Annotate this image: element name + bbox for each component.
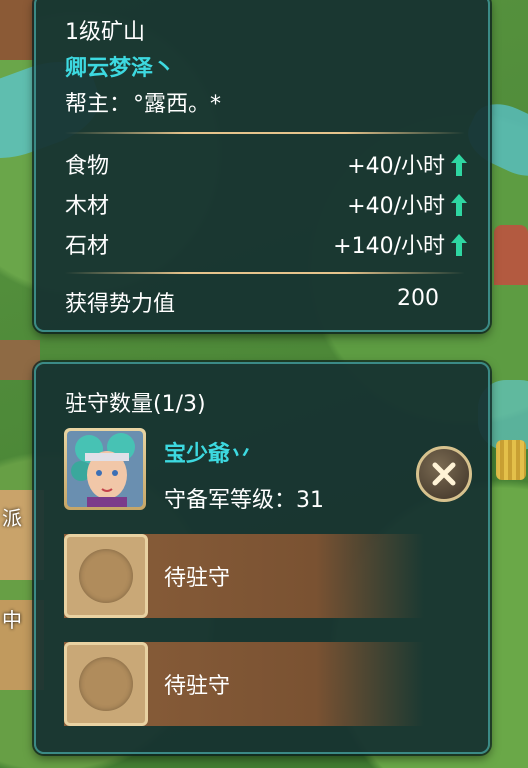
mine-level-title: 1级矿山 <box>65 20 145 45</box>
slot-label: 待驻守 <box>164 566 231 591</box>
side-middle-label[interactable]: 中 <box>2 604 22 633</box>
power-value: 200 <box>397 286 439 311</box>
remove-hero-button[interactable] <box>416 446 472 502</box>
garrison-panel: 驻守数量(1/3) 宝少爺丷 守备军等级：31 待驻守 待驻守 <box>34 362 490 754</box>
hero-avatar[interactable] <box>64 428 146 510</box>
hero-level-label: 守备军等级： <box>164 488 297 513</box>
power-label: 获得势力值 <box>65 292 176 317</box>
hero-level-value: 31 <box>296 488 325 513</box>
resource-row-wood: 木材 +40/小时 <box>65 188 469 222</box>
up-arrow-icon <box>451 234 467 256</box>
divider <box>65 272 465 274</box>
empty-slot-icon <box>64 534 148 618</box>
mine-info-panel: 1级矿山 卿云梦泽丶 帮主：°露西。* 食物 +40/小时 木材 +40/小时 … <box>34 0 490 332</box>
leader-line: 帮主：°露西。* <box>65 86 221 118</box>
leader-label: 帮主： <box>65 92 132 117</box>
resource-rate: +40/小时 <box>347 194 445 219</box>
up-arrow-icon <box>451 154 467 176</box>
hero-portrait-image <box>67 431 143 507</box>
hero-portrait <box>67 431 143 507</box>
resource-name: 食物 <box>65 154 110 179</box>
hero-level: 守备军等级：31 <box>164 482 324 514</box>
resource-name: 木材 <box>65 194 110 219</box>
empty-garrison-slot[interactable]: 待驻守 <box>64 534 424 618</box>
resource-row-stone: 石材 +140/小时 <box>65 228 469 262</box>
side-dispatch-label[interactable]: 派 <box>2 502 22 531</box>
divider <box>65 132 465 134</box>
resource-row-food: 食物 +40/小时 <box>65 148 469 182</box>
up-arrow-icon <box>451 194 467 216</box>
empty-slot-icon <box>64 642 148 726</box>
empty-garrison-slot[interactable]: 待驻守 <box>64 642 424 726</box>
close-icon <box>432 462 456 486</box>
garrison-count-title: 驻守数量(1/3) <box>65 392 206 417</box>
resource-rate: +140/小时 <box>333 234 445 259</box>
resource-name: 石材 <box>65 234 110 259</box>
slot-label: 待驻守 <box>164 674 231 699</box>
alliance-name[interactable]: 卿云梦泽丶 <box>65 50 175 82</box>
resource-rate: +40/小时 <box>347 154 445 179</box>
leader-name: °露西。* <box>133 92 222 117</box>
hero-name: 宝少爺丷 <box>164 442 253 467</box>
